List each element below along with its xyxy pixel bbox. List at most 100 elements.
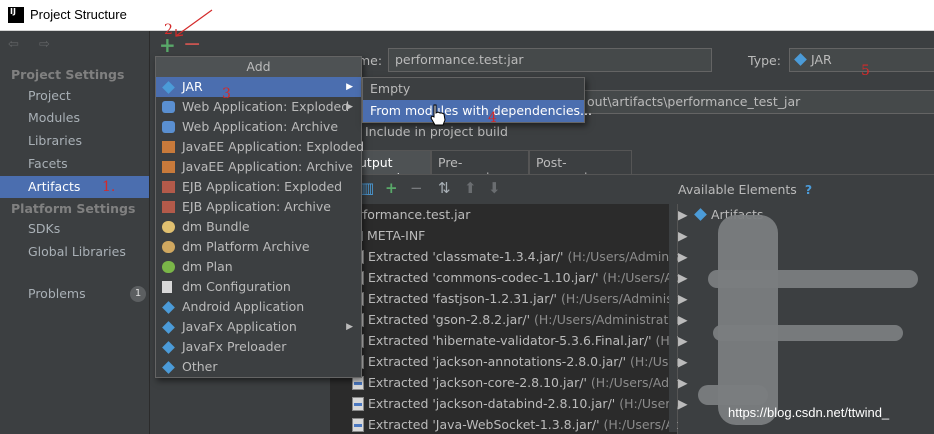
redaction-scribble: [713, 325, 903, 341]
menu-item-from-modules[interactable]: From modules with dependencies...: [363, 100, 592, 122]
dm-plan-icon: [162, 261, 175, 273]
settings-sidebar: ⇦ ⇨ Project Settings Project Modules Lib…: [0, 31, 150, 434]
available-elements-panel: Available Elements? ▶Artifacts ▶ ▶ ▶ ▶ ▶…: [678, 175, 934, 434]
submenu-arrow-icon: ▶: [346, 322, 353, 332]
sidebar-item-facets[interactable]: Facets: [0, 153, 149, 175]
extracted-jar-icon: [352, 396, 364, 411]
annotation-step-5: 5: [861, 63, 870, 79]
sidebar-item-modules[interactable]: Modules: [0, 107, 149, 129]
tree-row[interactable]: Extracted 'jackson-annotations-2.8.0.jar…: [330, 351, 678, 372]
help-icon[interactable]: ?: [805, 182, 812, 197]
project-settings-header: Project Settings: [11, 67, 125, 82]
expand-arrow-icon[interactable]: ▶: [678, 372, 696, 393]
expand-arrow-icon[interactable]: ▶: [678, 330, 696, 351]
sort-icon[interactable]: ⇅: [438, 179, 451, 197]
menu-item-jar[interactable]: JAR ▶: [156, 77, 361, 97]
tree-folder-meta-inf[interactable]: META-INF: [330, 225, 678, 246]
ejb-icon: [162, 181, 175, 193]
tree-row[interactable]: Extracted 'commons-codec-1.10.jar/' (H:/…: [330, 267, 678, 288]
tree-root-jar[interactable]: erformance.test.jar: [330, 204, 678, 225]
tree-row[interactable]: Extracted 'fastjson-1.2.31.jar/' (H:/Use…: [330, 288, 678, 309]
available-element-row[interactable]: ▶Artifacts: [678, 204, 934, 225]
expand-arrow-icon[interactable]: ▶: [678, 393, 696, 414]
tab-post-processing[interactable]: Post-processing: [529, 150, 632, 185]
title-bar: IJ Project Structure: [0, 0, 934, 31]
expand-arrow-icon[interactable]: ▶: [678, 267, 696, 288]
back-forward-arrows-icon[interactable]: ⇦ ⇨: [8, 37, 58, 52]
add-artifact-menu: Add JAR ▶ Web Application: Exploded ▶ Web …: [155, 56, 364, 378]
available-element-row[interactable]: ▶: [678, 288, 934, 309]
menu-item-javafx-application[interactable]: JavaFx Application ▶: [156, 317, 361, 337]
web-app-icon: [162, 101, 175, 113]
problems-label: Problems: [28, 286, 86, 301]
redaction-scribble: [708, 270, 918, 288]
watermark-text: https://blog.csdn.net/ttwind_: [728, 405, 890, 420]
expand-arrow-icon[interactable]: ▶: [678, 351, 696, 372]
tree-row[interactable]: Extracted 'jackson-databind-2.8.10.jar/'…: [330, 393, 678, 414]
menu-item-web-app-archive[interactable]: Web Application: Archive: [156, 117, 361, 137]
sidebar-item-artifacts[interactable]: Artifacts: [0, 176, 149, 198]
menu-item-other[interactable]: Other: [156, 357, 361, 377]
javaee-icon: [162, 161, 175, 173]
sidebar-item-global-libraries[interactable]: Global Libraries: [0, 241, 149, 263]
tab-pre-processing[interactable]: Pre-processing: [431, 150, 529, 185]
dm-bundle-icon: [162, 221, 175, 233]
remove-element-icon[interactable]: −: [410, 179, 423, 197]
menu-item-dm-bundle[interactable]: dm Bundle: [156, 217, 361, 237]
dm-platform-icon: [162, 241, 175, 253]
type-label: Type:: [748, 53, 781, 68]
menu-item-empty[interactable]: Empty: [363, 78, 584, 100]
menu-item-dm-plan[interactable]: dm Plan: [156, 257, 361, 277]
jar-submenu: Empty From modules with dependencies...: [362, 77, 592, 123]
output-directory-field[interactable]: out\artifacts\performance_test_jar: [580, 90, 934, 114]
menu-item-web-app-exploded[interactable]: Web Application: Exploded ▶: [156, 97, 361, 117]
include-in-build-label[interactable]: Include in project build: [365, 124, 508, 139]
available-element-row[interactable]: ▶: [678, 225, 934, 246]
tree-row[interactable]: Extracted 'classmate-1.3.4.jar/' (H:/Use…: [330, 246, 678, 267]
menu-item-ejb-archive[interactable]: EJB Application: Archive: [156, 197, 361, 217]
web-app-icon: [162, 121, 175, 133]
output-layout-tree: ▥ + − ⇅ ⬆ ⬇ erformance.test.jar META-INF…: [330, 175, 678, 434]
menu-item-javaee-exploded[interactable]: JavaEE Application: Exploded: [156, 137, 364, 157]
window-title: Project Structure: [30, 7, 127, 22]
expand-arrow-icon[interactable]: ▶: [678, 309, 696, 330]
sidebar-item-libraries[interactable]: Libraries: [0, 130, 149, 152]
intellij-app-icon: IJ: [8, 7, 24, 23]
annotation-step-3: 3: [222, 86, 231, 102]
sidebar-item-project[interactable]: Project: [0, 85, 149, 107]
available-elements-header: Available Elements?: [678, 182, 813, 197]
sidebar-item-sdks[interactable]: SDKs: [0, 218, 149, 240]
menu-item-dm-platform-archive[interactable]: dm Platform Archive: [156, 237, 361, 257]
jar-icon: [162, 81, 175, 94]
move-down-icon[interactable]: ⬇: [488, 179, 501, 197]
tree-row[interactable]: Extracted 'gson-2.8.2.jar/' (H:/Users/Ad…: [330, 309, 678, 330]
hand-cursor-icon: [430, 104, 446, 126]
menu-item-dm-configuration[interactable]: dm Configuration: [156, 277, 361, 297]
available-element-row[interactable]: ▶: [678, 351, 934, 372]
tree-row[interactable]: Extracted 'jackson-core-2.8.10.jar/' (H:…: [330, 372, 678, 393]
artifact-name-field[interactable]: performance.test:jar: [388, 48, 712, 72]
menu-item-android-application[interactable]: Android Application: [156, 297, 361, 317]
extracted-jar-icon: [352, 417, 364, 432]
tree-scrollbar[interactable]: [669, 204, 677, 432]
annotation-arrow: [175, 9, 213, 37]
expand-arrow-icon[interactable]: ▶: [678, 225, 696, 246]
move-up-icon[interactable]: ⬆: [464, 179, 477, 197]
available-element-row[interactable]: ▶: [678, 246, 934, 267]
submenu-arrow-icon: ▶: [346, 102, 353, 112]
sidebar-item-problems[interactable]: Problems 1: [0, 283, 149, 305]
tree-row[interactable]: Extracted 'hibernate-validator-5.3.6.Fin…: [330, 330, 678, 351]
add-menu-header: Add: [156, 57, 361, 77]
menu-item-javaee-archive[interactable]: JavaEE Application: Archive: [156, 157, 361, 177]
submenu-arrow-icon: ▶: [346, 82, 353, 92]
expand-arrow-icon[interactable]: ▶: [678, 246, 696, 267]
tree-row[interactable]: Extracted 'Java-WebSocket-1.3.8.jar/' (H…: [330, 414, 678, 434]
menu-item-javafx-preloader[interactable]: JavaFx Preloader: [156, 337, 361, 357]
expand-arrow-icon[interactable]: ▶: [678, 288, 696, 309]
menu-item-ejb-exploded[interactable]: EJB Application: Exploded: [156, 177, 361, 197]
add-element-icon[interactable]: +: [385, 179, 398, 197]
annotation-step-4: 4: [488, 110, 497, 126]
column-icon[interactable]: ▥: [360, 179, 374, 197]
problems-count-badge: 1: [130, 286, 146, 302]
javafx-icon: [162, 321, 175, 334]
